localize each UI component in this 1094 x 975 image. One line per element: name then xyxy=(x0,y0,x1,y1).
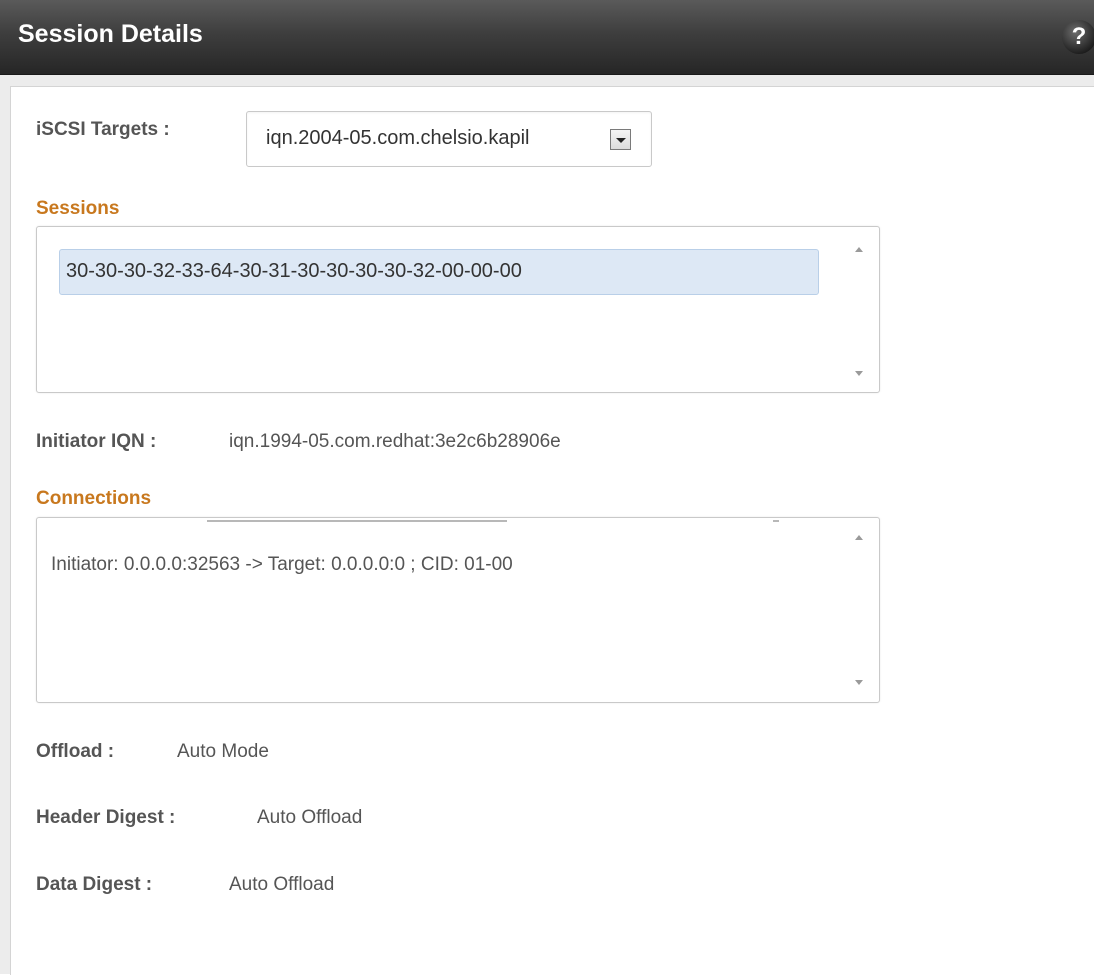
session-details-panel: Session Details ? iSCSI Targets : iqn.20… xyxy=(0,0,1094,975)
panel-title: Session Details xyxy=(18,20,203,48)
scroll-down-arrow-icon[interactable] xyxy=(855,371,863,376)
connections-heading: Connections xyxy=(36,488,152,509)
connection-list-item[interactable]: Initiator: 0.0.0.0:32563 -> Target: 0.0.… xyxy=(51,554,513,576)
clipped-row-edge xyxy=(773,520,779,522)
data-digest-label: Data Digest : xyxy=(36,874,153,895)
panel-titlebar: Session Details ? xyxy=(0,0,1094,75)
offload-label: Offload : xyxy=(36,741,115,762)
header-digest-label: Header Digest : xyxy=(36,807,176,828)
scroll-up-arrow-icon[interactable] xyxy=(855,247,863,252)
scroll-down-arrow-icon[interactable] xyxy=(855,680,863,685)
sessions-heading: Sessions xyxy=(36,198,120,219)
header-digest-value: Auto Offload xyxy=(257,807,363,828)
initiator-iqn-label: Initiator IQN : xyxy=(36,431,157,452)
help-icon[interactable]: ? xyxy=(1062,20,1094,54)
session-id: 30-30-30-32-33-64-30-31-30-30-30-30-32-0… xyxy=(66,260,522,282)
chevron-down-icon[interactable] xyxy=(610,129,631,150)
offload-value: Auto Mode xyxy=(177,741,269,762)
session-list-item[interactable]: 30-30-30-32-33-64-30-31-30-30-30-30-32-0… xyxy=(59,249,819,295)
iscsi-targets-selected-value: iqn.2004-05.com.chelsio.kapil xyxy=(266,127,530,149)
scroll-up-arrow-icon[interactable] xyxy=(855,535,863,540)
sessions-listbox[interactable]: 30-30-30-32-33-64-30-31-30-30-30-30-32-0… xyxy=(36,226,880,393)
iscsi-targets-select[interactable]: iqn.2004-05.com.chelsio.kapil xyxy=(246,111,652,167)
initiator-iqn-value: iqn.1994-05.com.redhat:3e2c6b28906e xyxy=(229,431,561,452)
clipped-row-edge xyxy=(207,520,507,522)
data-digest-value: Auto Offload xyxy=(229,874,335,895)
iscsi-targets-label: iSCSI Targets : xyxy=(36,119,170,140)
connections-listbox[interactable]: Initiator: 0.0.0.0:32563 -> Target: 0.0.… xyxy=(36,517,880,703)
